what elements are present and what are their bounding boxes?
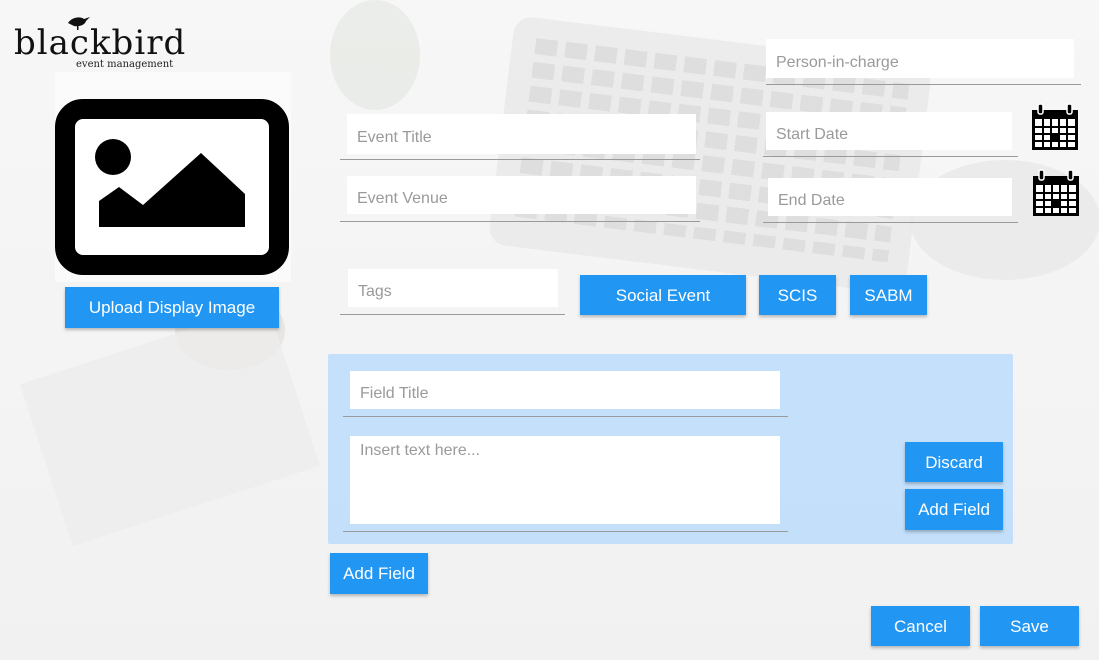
field-text-underline xyxy=(343,531,788,532)
panel-add-field-button[interactable]: Add Field xyxy=(905,489,1003,530)
brand-name: blackbird xyxy=(14,23,187,63)
start-date-input[interactable] xyxy=(766,112,1012,150)
tag-sabm-button[interactable]: SABM xyxy=(850,275,927,315)
add-field-button[interactable]: Add Field xyxy=(330,553,428,594)
calendar-icon[interactable] xyxy=(1030,103,1080,151)
cancel-button[interactable]: Cancel xyxy=(871,606,970,646)
save-button[interactable]: Save xyxy=(980,606,1079,646)
end-date-input[interactable] xyxy=(768,178,1012,216)
event-venue-input[interactable] xyxy=(347,176,696,214)
event-title-underline xyxy=(340,159,700,160)
brand-logo: blackbird event management xyxy=(14,14,185,72)
calendar-icon[interactable] xyxy=(1031,169,1081,217)
field-title-underline xyxy=(343,416,788,417)
tags-input[interactable] xyxy=(348,269,558,307)
tag-social-event-button[interactable]: Social Event xyxy=(580,275,746,315)
field-title-input[interactable] xyxy=(350,371,780,409)
background-plant xyxy=(330,0,420,110)
tag-scis-button[interactable]: SCIS xyxy=(759,275,836,315)
tags-underline xyxy=(340,314,565,315)
person-in-charge-input[interactable] xyxy=(766,39,1074,78)
event-title-input[interactable] xyxy=(347,114,696,154)
background-notebook xyxy=(20,303,320,547)
start-date-underline xyxy=(763,156,1018,157)
image-placeholder-icon xyxy=(55,99,289,275)
end-date-underline xyxy=(763,222,1018,223)
bird-icon xyxy=(68,17,90,30)
discard-button[interactable]: Discard xyxy=(905,442,1003,482)
field-text-area[interactable] xyxy=(350,436,780,524)
person-in-charge-underline xyxy=(766,84,1081,85)
brand-tagline: event management xyxy=(76,59,174,70)
upload-display-image-button[interactable]: Upload Display Image xyxy=(65,287,279,328)
event-venue-underline xyxy=(340,221,700,222)
